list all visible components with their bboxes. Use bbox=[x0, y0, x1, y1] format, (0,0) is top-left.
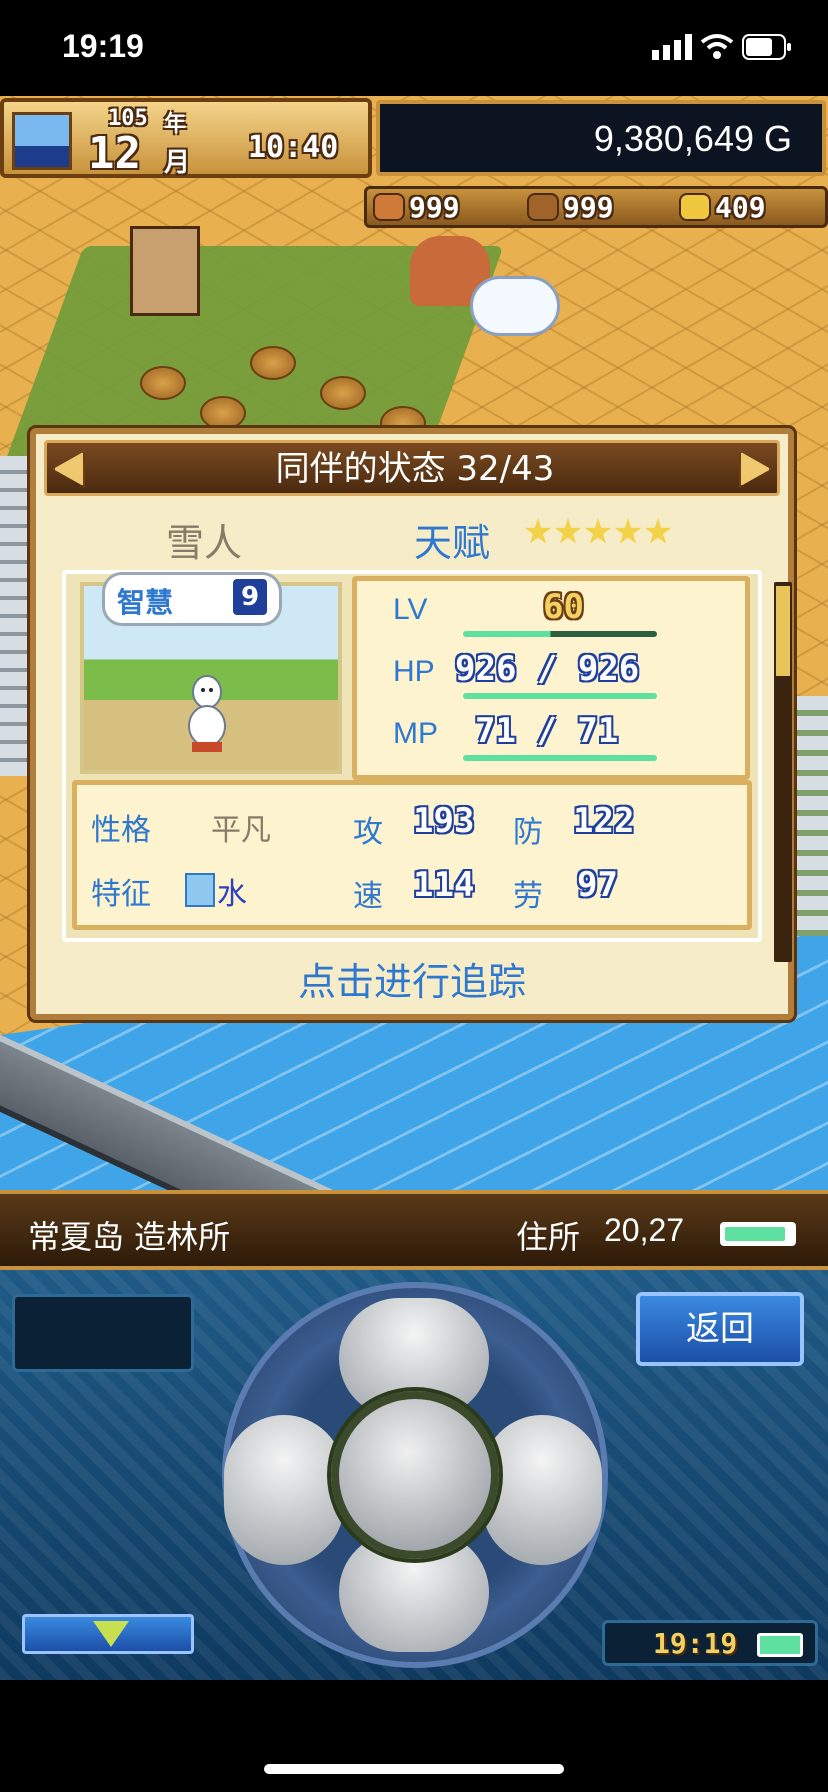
star-icon bbox=[644, 518, 672, 544]
mp-label: MP bbox=[393, 717, 438, 750]
mp-value: 71 / 71 bbox=[475, 711, 619, 751]
gold-icon bbox=[679, 193, 711, 221]
status-bar: 19:19 bbox=[0, 0, 828, 96]
defense-value: 122 bbox=[573, 801, 635, 841]
top-hud: 105 年 12 月 10:40 9,380,649 G 999 999 409 bbox=[0, 96, 828, 228]
menu-down-button[interactable] bbox=[22, 1614, 194, 1654]
scrollbar[interactable] bbox=[774, 582, 792, 962]
traits-box: 性格 平凡 特征 水 攻 193 防 122 速 114 劳 97 bbox=[72, 780, 752, 930]
companion-detail-box: 智慧 9 LV 60 HP 926 / 926 MP 71 / 71 性格 平凡… bbox=[62, 570, 762, 942]
talent-stars bbox=[524, 518, 672, 546]
hp-label: HP bbox=[393, 655, 435, 688]
star-icon bbox=[584, 518, 612, 544]
defense-label: 防 bbox=[513, 816, 543, 849]
location-name: 常夏岛 造林所 bbox=[28, 1218, 231, 1256]
snowman-companion[interactable] bbox=[470, 276, 560, 336]
money-value: 9,380,649 G bbox=[593, 118, 792, 159]
signal-icon bbox=[652, 34, 692, 60]
water-icon bbox=[185, 873, 215, 907]
speed-label: 速 bbox=[353, 880, 383, 913]
attack-label: 攻 bbox=[353, 816, 383, 849]
wisdom-value: 9 bbox=[233, 579, 267, 615]
status-time: 19:19 bbox=[62, 28, 144, 64]
box-head-character[interactable] bbox=[130, 226, 200, 316]
level-stats-box: LV 60 HP 926 / 926 MP 71 / 71 bbox=[352, 576, 750, 780]
home-indicator[interactable] bbox=[264, 1764, 564, 1774]
lv-bar bbox=[463, 631, 657, 637]
panel-header: 同伴的状态 32/43 bbox=[44, 440, 780, 496]
lv-label: LV bbox=[393, 593, 428, 626]
dpad-right[interactable] bbox=[482, 1415, 602, 1565]
resource-gold: 409 bbox=[679, 190, 766, 224]
resource-wood: 999 bbox=[527, 190, 614, 224]
labor-value: 97 bbox=[577, 865, 618, 905]
location-bar: 常夏岛 造林所 住所 20,27 bbox=[0, 1190, 828, 1270]
controller-panel: 返回 19:19 bbox=[0, 1270, 828, 1680]
wifi-icon bbox=[700, 34, 734, 59]
city-buildings bbox=[790, 696, 828, 936]
hay-bale bbox=[320, 376, 366, 410]
battery-icon bbox=[742, 34, 791, 60]
feature-value: 水 bbox=[217, 877, 247, 912]
companion-name: 雪人 bbox=[166, 521, 243, 565]
date-box: 105 年 12 月 10:40 bbox=[0, 98, 372, 179]
mini-screen[interactable] bbox=[12, 1294, 194, 1372]
wood-icon bbox=[527, 193, 559, 221]
lv-value: 60 bbox=[543, 587, 584, 627]
stat-bubble: 智慧 9 bbox=[102, 572, 282, 626]
battery-icon bbox=[757, 1633, 803, 1657]
resource-row: 999 999 409 bbox=[364, 186, 828, 228]
directional-pad[interactable] bbox=[222, 1282, 608, 1668]
feature-label: 特征 bbox=[91, 878, 151, 911]
controller-clock: 19:19 bbox=[653, 1627, 738, 1660]
hay-bale bbox=[200, 396, 246, 430]
star-icon bbox=[524, 518, 552, 544]
weather-sun-icon bbox=[12, 112, 72, 170]
energy-fill bbox=[725, 1227, 785, 1241]
companion-status-panel: 同伴的状态 32/43 雪人 天赋 智慧 9 LV 60 HP 926 / 92… bbox=[30, 428, 794, 1020]
wood-value: 999 bbox=[563, 190, 614, 224]
gold-value: 409 bbox=[715, 190, 766, 224]
dpad-left[interactable] bbox=[224, 1415, 344, 1565]
money-box: 9,380,649 G bbox=[376, 100, 826, 176]
snowman-sprite bbox=[188, 675, 226, 752]
month-unit: 月 bbox=[164, 148, 191, 178]
month-value: 12 bbox=[88, 128, 141, 179]
game-screen: 19:19 105 年 12 月 10:40 9,380,649 G 999 9… bbox=[0, 0, 828, 1792]
address-label: 住所 bbox=[516, 1218, 581, 1256]
attack-value: 193 bbox=[413, 801, 475, 841]
scrollbar-thumb[interactable] bbox=[776, 586, 790, 676]
meat-icon bbox=[373, 193, 405, 221]
mp-bar bbox=[463, 755, 657, 761]
controller-clock-box: 19:19 bbox=[602, 1620, 818, 1666]
talent-label: 天赋 bbox=[414, 521, 491, 565]
hay-bale bbox=[250, 346, 296, 380]
dpad-center-button[interactable] bbox=[331, 1391, 499, 1559]
hay-bale bbox=[140, 366, 186, 400]
hp-bar bbox=[463, 693, 657, 699]
down-arrow-icon bbox=[93, 1621, 129, 1647]
address-value: 20,27 bbox=[604, 1212, 685, 1248]
labor-label: 劳 bbox=[513, 880, 543, 913]
resource-food: 999 bbox=[373, 190, 460, 224]
year-unit: 年 bbox=[164, 112, 187, 137]
hp-value: 926 / 926 bbox=[455, 649, 640, 689]
panel-title: 同伴的状态 32/43 bbox=[275, 449, 555, 489]
personality-label: 性格 bbox=[91, 814, 151, 847]
speed-value: 114 bbox=[413, 865, 475, 905]
food-value: 999 bbox=[409, 190, 460, 224]
personality-value: 平凡 bbox=[211, 814, 271, 847]
energy-bar bbox=[720, 1222, 796, 1246]
back-button[interactable]: 返回 bbox=[636, 1292, 804, 1366]
star-icon bbox=[554, 518, 582, 544]
wisdom-label: 智慧 bbox=[117, 586, 174, 619]
track-button[interactable]: 点击进行追踪 bbox=[36, 956, 788, 1008]
game-clock: 10:40 bbox=[248, 130, 339, 165]
star-icon bbox=[614, 518, 642, 544]
